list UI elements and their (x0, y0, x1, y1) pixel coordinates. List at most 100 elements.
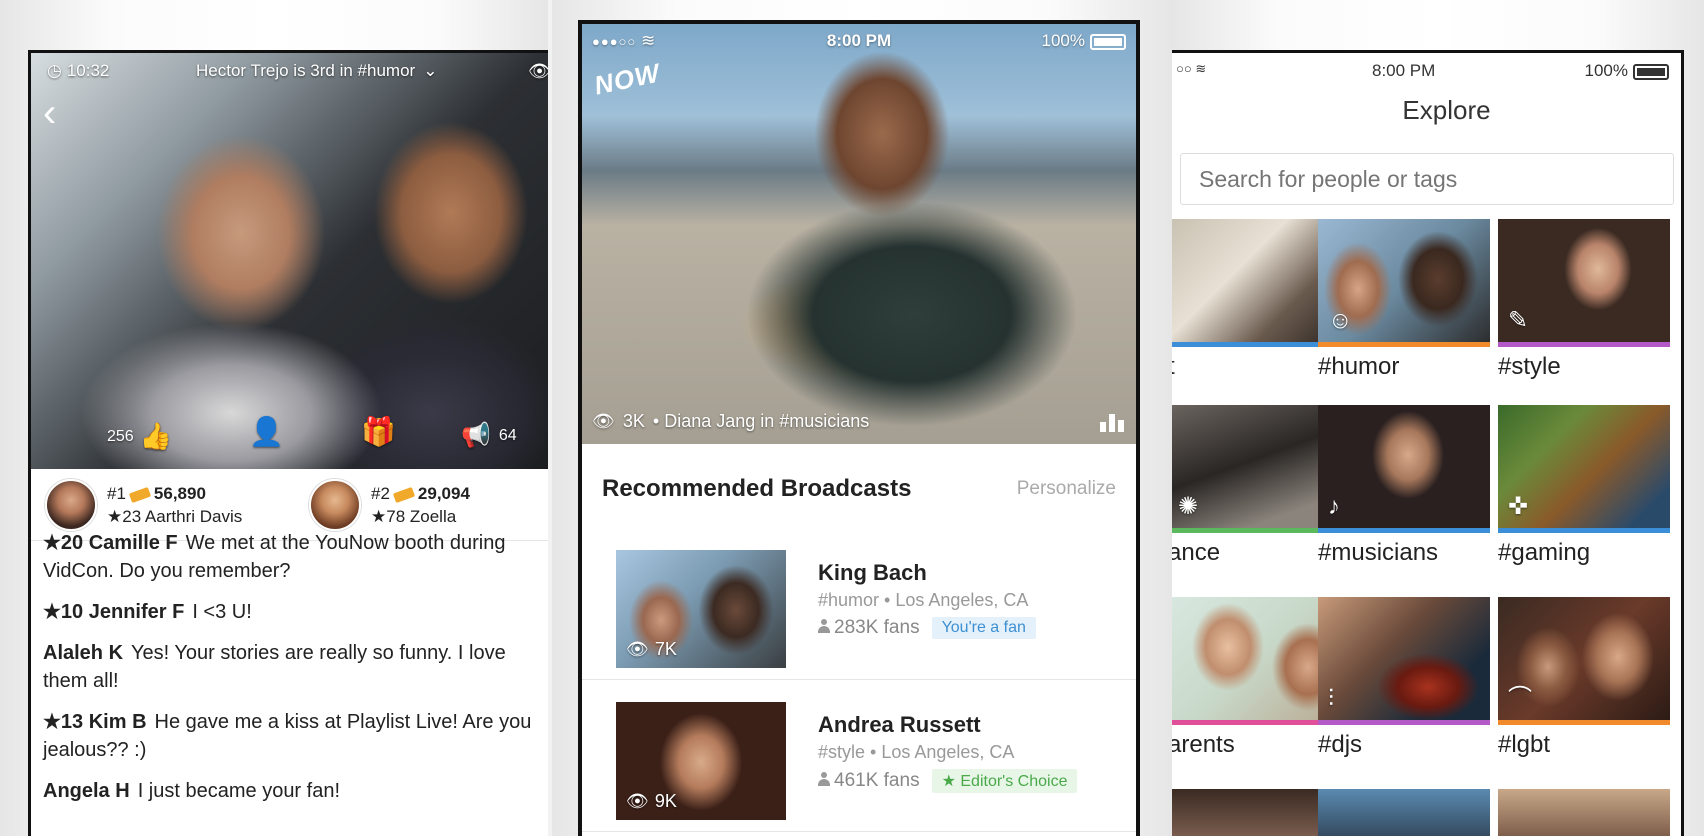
lipstick-icon: ✎ (1508, 307, 1529, 334)
rank-label: #1 (107, 484, 126, 503)
tile-label: arents (1172, 731, 1235, 758)
gamepad-icon: ✜ (1508, 493, 1529, 520)
fan-count: 283K fans (834, 617, 920, 638)
coin-icon (392, 486, 416, 503)
tile-label: #lgbt (1498, 731, 1551, 758)
broadcast-item[interactable]: 👁 7K King Bach #humor • Los Angeles, CA 2… (582, 530, 1136, 680)
tile-label: #style (1498, 353, 1561, 380)
broadcaster-name: Andrea Russett (818, 712, 981, 737)
mixer-icon: ⫶ (1328, 685, 1334, 712)
tile-label: #gaming (1498, 539, 1591, 566)
broadcaster-meta: #style • Los Angeles, CA (818, 742, 1015, 762)
tile-label: t (1172, 353, 1175, 381)
wifi-icon: ≋ (1191, 61, 1207, 76)
thumbs-up-icon: 👍 (139, 421, 173, 451)
tile-label: ance (1172, 539, 1221, 566)
live-video[interactable]: ◷ 10:32 Hector Trejo is 3rd in #humor ⌄ … (31, 53, 548, 469)
stream-rank-title[interactable]: Hector Trejo is 3rd in #humor ⌄ (196, 61, 437, 81)
signal-icon: ●●●○○ (592, 34, 637, 49)
editors-choice-badge: ★ Editor's Choice (931, 769, 1078, 793)
section-title: Recommended Broadcasts (602, 475, 912, 502)
guitar-icon: ♪ (1328, 493, 1340, 520)
tile-style[interactable]: ✎ (1498, 219, 1670, 347)
middle-phone-screen: ●●●○○ ≋ 8:00 PM 100% NOW 👁 3K • Diana Ja… (578, 20, 1140, 836)
tile-dance[interactable]: ✺ (1172, 405, 1340, 533)
video-actions: 256 👍 👤 🎁 📢 64 (31, 415, 548, 455)
battery-icon (1633, 63, 1669, 80)
status-time: 8:00 PM (826, 31, 892, 50)
coin-count: 56,890 (153, 484, 206, 503)
eye-icon: 👁 (592, 411, 615, 431)
broadcaster-meta: #humor • Los Angeles, CA (818, 590, 1029, 610)
person-icon (818, 619, 830, 633)
rank-item-2[interactable]: #2 29,094 ★78 Zoella (309, 479, 470, 531)
smile-icon: ☺ (1328, 307, 1353, 334)
broadcaster-name: King Bach (818, 560, 927, 585)
broadcast-thumbnail: 👁 7K (616, 550, 786, 668)
chat-message: Alaleh K Yes! Your stories are really so … (43, 642, 506, 692)
stream-time: ◷ 10:32 (47, 61, 110, 80)
tile-label: #musicians (1318, 539, 1439, 566)
tile-parents[interactable] (1172, 597, 1340, 725)
battery-level: 100% (1584, 61, 1628, 80)
video-top-bar: ◷ 10:32 Hector Trejo is 3rd in #humor ⌄ … (31, 53, 548, 87)
person-icon (818, 772, 830, 786)
dance-icon: ✺ (1178, 493, 1199, 520)
wifi-icon: ≋ (641, 31, 656, 50)
add-fan-icon[interactable]: 👤 (249, 415, 284, 448)
status-bar: ○○ ≋ 8:00 PM 100% (1172, 53, 1681, 87)
rank-user: ★23 Aarthri Davis (107, 507, 243, 526)
chat-message: ★20 Camille F We met at the YouNow booth … (43, 532, 506, 582)
tile-gaming[interactable]: ✜ (1498, 405, 1670, 533)
battery-icon (1090, 33, 1126, 50)
share-button[interactable]: 📢 64 (461, 421, 517, 450)
chat-feed[interactable]: ★20 Camille F We met at the YouNow booth … (31, 532, 548, 836)
back-icon[interactable]: ‹ (43, 93, 56, 133)
chat-message: Angela HI just became your fan! (43, 780, 341, 802)
rainbow-icon: ⌒ (1508, 685, 1532, 712)
search-input[interactable] (1180, 153, 1674, 205)
chevron-down-icon: ⌄ (423, 61, 438, 80)
chat-message: ★13 Kim B He gave me a kiss at Playlist L… (43, 711, 532, 761)
fan-count: 461K fans (834, 770, 920, 791)
status-time: 8:00 PM (1372, 61, 1436, 80)
eye-icon: 👁 (626, 791, 649, 811)
tile-partial[interactable] (1498, 789, 1670, 836)
avatar (309, 479, 361, 531)
clock-icon: ◷ (47, 61, 62, 80)
eye-icon: 👁 (626, 639, 649, 659)
featured-video[interactable]: ●●●○○ ≋ 8:00 PM 100% NOW 👁 3K • Diana Ja… (582, 24, 1136, 444)
battery-level: 100% (1041, 31, 1085, 50)
coin-count: 29,094 (417, 484, 470, 503)
left-phone-screen: ◷ 10:32 Hector Trejo is 3rd in #humor ⌄ … (28, 50, 548, 836)
fan-badge: You're a fan (931, 617, 1036, 639)
now-badge: NOW (591, 57, 663, 101)
signal-icon: ○○ (1176, 61, 1192, 76)
personalize-link[interactable]: Personalize (1017, 478, 1116, 500)
eye-icon: 👁 (528, 61, 548, 82)
stats-icon[interactable] (1100, 414, 1124, 432)
broadcast-item[interactable]: 👁 9K Andrea Russett #style • Los Angeles,… (582, 682, 1136, 832)
broadcast-thumbnail: 👁 9K (616, 702, 786, 820)
like-button[interactable]: 256 👍 (107, 421, 172, 452)
rank-item-1[interactable]: #1 56,890 ★23 Aarthri Davis (45, 479, 242, 531)
coin-icon (128, 486, 152, 503)
tile-lgbt[interactable]: ⌒ (1498, 597, 1670, 725)
gift-icon[interactable]: 🎁 (361, 415, 396, 448)
tile-partial[interactable] (1318, 789, 1490, 836)
chat-message: ★10 Jennifer FI <3 U! (43, 601, 252, 623)
right-phone-screen: ○○ ≋ 8:00 PM 100% Explore ☺ ✎ t #humor #… (1172, 50, 1684, 836)
tile-label: #djs (1318, 731, 1363, 758)
tile-humor[interactable]: ☺ (1318, 219, 1490, 347)
tile-musicians[interactable]: ♪ (1318, 405, 1490, 533)
page-title: Explore (1402, 95, 1491, 125)
tile-partial[interactable] (1172, 789, 1340, 836)
tile-djs[interactable]: ⫶ (1318, 597, 1490, 725)
tile-art[interactable] (1172, 219, 1340, 347)
recommended-header: Recommended Broadcasts Personalize (582, 464, 1136, 514)
megaphone-icon: 📢 (461, 422, 491, 449)
status-bar: ●●●○○ ≋ 8:00 PM 100% (582, 24, 1136, 58)
rank-label: #2 (371, 484, 390, 503)
video-caption: 👁 3K • Diana Jang in #musicians (592, 411, 870, 431)
tile-label: #humor (1318, 353, 1400, 380)
